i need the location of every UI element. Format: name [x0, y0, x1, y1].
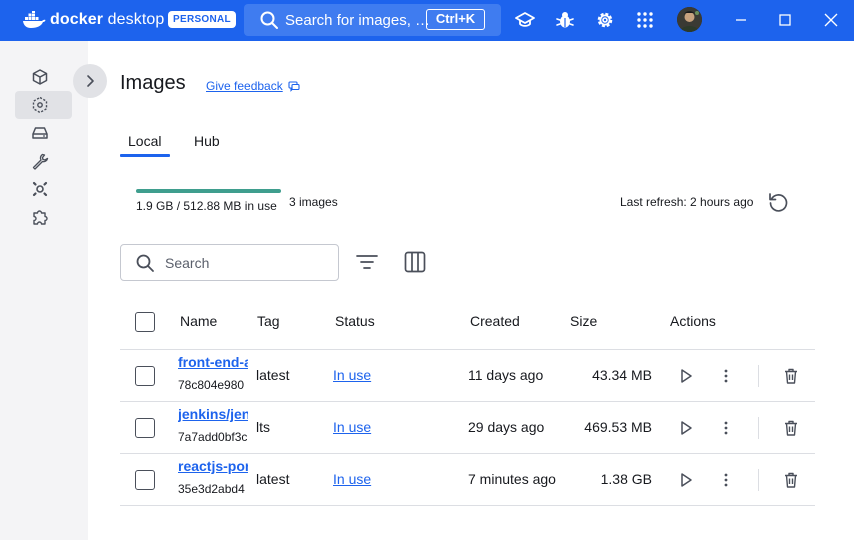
image-tag: latest [256, 471, 290, 487]
global-search-text: Search for images, … [285, 11, 431, 29]
images-icon [32, 96, 48, 114]
disk-usage-bar [136, 189, 281, 193]
action-divider [758, 365, 759, 387]
volumes-drive-icon [32, 127, 48, 139]
table-divider [120, 349, 815, 350]
containers-cube-icon [32, 69, 48, 85]
docker-desktop-window: docker desktop PERSONAL Search for image… [0, 0, 854, 540]
sidebar-item-docker-scout[interactable] [15, 175, 72, 203]
search-icon [260, 11, 278, 29]
image-created: 7 minutes ago [468, 471, 556, 487]
image-name-link[interactable]: jenkins/jen [178, 406, 248, 422]
run-play-icon[interactable] [676, 366, 696, 386]
sidebar-item-extensions[interactable] [15, 203, 72, 231]
action-divider [758, 417, 759, 439]
image-id: 7a7add0bf3c [178, 430, 248, 444]
image-id: 35e3d2abd4 [178, 482, 245, 496]
troubleshoot-bug-icon[interactable] [555, 10, 575, 30]
row-checkbox[interactable] [135, 418, 155, 438]
active-tab-indicator [120, 154, 170, 157]
column-header-size[interactable]: Size [570, 313, 597, 329]
avatar-photo-icon [677, 7, 702, 32]
column-header-actions: Actions [670, 313, 716, 329]
delete-trash-icon[interactable] [781, 366, 801, 386]
image-tag: lts [256, 419, 270, 435]
image-name-link[interactable]: front-end-a [178, 354, 248, 370]
last-refresh-text: Last refresh: 2 hours ago [620, 195, 754, 209]
more-actions-icon[interactable] [716, 366, 736, 386]
title-bar: docker desktop PERSONAL Search for image… [0, 0, 854, 41]
sidebar-collapse-button[interactable] [73, 64, 107, 98]
image-count: 3 images [289, 195, 338, 209]
feedback-chat-icon [288, 81, 300, 92]
disk-usage-text: 1.9 GB / 512.88 MB in use [136, 199, 277, 213]
row-checkbox[interactable] [135, 470, 155, 490]
columns-icon[interactable] [402, 249, 428, 275]
image-status-link[interactable]: In use [333, 471, 371, 487]
sidebar [0, 41, 88, 540]
image-status-link[interactable]: In use [333, 419, 371, 435]
column-header-name[interactable]: Name [180, 313, 217, 329]
row-divider [120, 453, 815, 454]
refresh-icon[interactable] [766, 190, 790, 214]
plan-badge: PERSONAL [168, 11, 236, 28]
give-feedback-link[interactable]: Give feedback [206, 79, 300, 93]
close-icon[interactable] [821, 10, 841, 30]
app-name: docker desktop [50, 11, 165, 28]
image-size: 1.38 GB [600, 471, 652, 487]
image-size: 43.34 MB [592, 367, 652, 383]
docker-whale-icon [23, 11, 46, 28]
page-title: Images [120, 72, 186, 94]
action-divider [758, 469, 759, 491]
extensions-puzzle-icon [33, 210, 48, 225]
learning-center-icon[interactable] [515, 10, 535, 30]
image-tag: latest [256, 367, 290, 383]
tab-local[interactable]: Local [128, 133, 161, 149]
column-header-status[interactable]: Status [335, 313, 375, 329]
run-play-icon[interactable] [676, 470, 696, 490]
delete-trash-icon[interactable] [781, 470, 801, 490]
maximize-icon[interactable] [775, 10, 795, 30]
search-shortcut-badge: Ctrl+K [426, 9, 485, 30]
image-status-link[interactable]: In use [333, 367, 371, 383]
image-created: 11 days ago [468, 367, 544, 383]
row-divider [120, 401, 815, 402]
sidebar-item-volumes[interactable] [15, 119, 72, 147]
filter-icon[interactable] [354, 249, 380, 275]
more-actions-icon[interactable] [716, 470, 736, 490]
chevron-right-icon [87, 75, 94, 87]
more-actions-icon[interactable] [716, 418, 736, 438]
user-avatar[interactable] [677, 7, 702, 32]
extensions-grid-icon[interactable] [635, 10, 655, 30]
image-search-field[interactable] [120, 244, 339, 281]
column-header-created[interactable]: Created [470, 313, 520, 329]
image-id: 78c804e980 [178, 378, 245, 392]
sidebar-item-builds[interactable] [15, 147, 72, 175]
image-name-link[interactable]: reactjs-por [178, 458, 248, 474]
select-all-checkbox[interactable] [135, 312, 155, 332]
image-search-input[interactable] [165, 254, 315, 271]
search-icon [136, 254, 154, 272]
row-checkbox[interactable] [135, 366, 155, 386]
settings-gear-icon[interactable] [595, 10, 615, 30]
image-created: 29 days ago [468, 419, 545, 435]
sidebar-item-images[interactable] [15, 91, 72, 119]
column-header-tag[interactable]: Tag [257, 313, 280, 329]
minimize-icon[interactable] [731, 10, 751, 30]
delete-trash-icon[interactable] [781, 418, 801, 438]
sidebar-item-containers[interactable] [15, 63, 72, 91]
run-play-icon[interactable] [676, 418, 696, 438]
docker-scout-icon [32, 181, 48, 197]
tab-hub[interactable]: Hub [194, 133, 220, 149]
image-size: 469.53 MB [584, 419, 652, 435]
table-bottom-divider [120, 505, 815, 506]
give-feedback-label: Give feedback [206, 79, 283, 93]
builds-wrench-icon [32, 153, 49, 170]
app-logo[interactable]: docker desktop [22, 9, 164, 31]
global-search-button[interactable]: Search for images, … Ctrl+K [244, 4, 501, 36]
